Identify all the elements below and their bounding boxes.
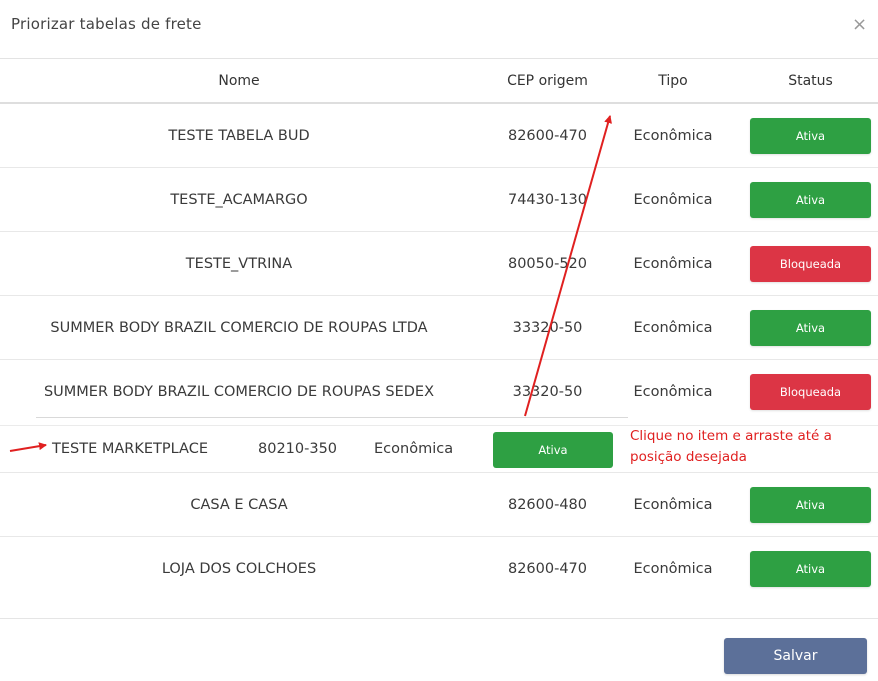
status-badge[interactable]: Ativa: [750, 182, 871, 218]
header-tipo[interactable]: Tipo: [618, 59, 728, 103]
status-badge[interactable]: Ativa: [750, 310, 871, 346]
row-tipo: Econômica: [633, 320, 713, 336]
row-cep: 33320-50: [512, 320, 583, 336]
table-row[interactable]: TESTE_VTRINA 80050-520 Econômica Bloquea…: [0, 232, 878, 296]
status-badge[interactable]: Bloqueada: [750, 246, 871, 282]
status-badge[interactable]: Ativa: [750, 118, 871, 154]
row-tipo: Econômica: [633, 192, 713, 208]
drag-hint-line2: posição desejada: [630, 449, 747, 465]
row-cep: 80050-520: [507, 256, 588, 272]
row-cep: 33320-50: [512, 384, 583, 400]
status-badge[interactable]: Ativa: [750, 487, 871, 523]
row-cep: 82600-470: [507, 561, 588, 577]
table-header: Nome CEP origem Tipo Status: [0, 58, 878, 104]
dragging-row-nome: TESTE MARKETPLACE: [52, 441, 208, 457]
drag-hint-line1: Clique no item e arraste até a: [630, 428, 832, 444]
row-nome: TESTE_VTRINA: [185, 256, 293, 272]
row-cep: 74430-130: [507, 192, 588, 208]
row-nome: TESTE TABELA BUD: [168, 128, 310, 144]
row-tipo: Econômica: [633, 384, 713, 400]
row-cep: 82600-480: [507, 497, 588, 513]
row-nome: TESTE_ACAMARGO: [170, 192, 308, 208]
table-row[interactable]: TESTE TABELA BUD 82600-470 Econômica Ati…: [0, 104, 878, 168]
dragging-status-badge[interactable]: Ativa: [493, 432, 613, 468]
header-status[interactable]: Status: [750, 59, 871, 103]
drop-indicator: [36, 417, 628, 418]
close-icon[interactable]: ×: [852, 16, 867, 34]
row-nome: LOJA DOS COLCHOES: [161, 561, 317, 577]
row-tipo: Econômica: [633, 561, 713, 577]
status-badge[interactable]: Ativa: [750, 551, 871, 587]
row-nome: SUMMER BODY BRAZIL COMERCIO DE ROUPAS LT…: [50, 320, 428, 336]
table-row[interactable]: SUMMER BODY BRAZIL COMERCIO DE ROUPAS SE…: [0, 360, 878, 424]
row-tipo: Econômica: [633, 128, 713, 144]
row-tipo: Econômica: [633, 256, 713, 272]
footer-divider: [0, 618, 878, 619]
dragging-row-tipo: Econômica: [374, 441, 454, 457]
modal-title: Priorizar tabelas de frete: [11, 15, 202, 33]
table-row[interactable]: SUMMER BODY BRAZIL COMERCIO DE ROUPAS LT…: [0, 296, 878, 360]
table-row[interactable]: TESTE_ACAMARGO 74430-130 Econômica Ativa: [0, 168, 878, 232]
save-button[interactable]: Salvar: [724, 638, 867, 674]
table-body: TESTE TABELA BUD 82600-470 Econômica Ati…: [0, 104, 878, 424]
drag-hint: Clique no item e arraste até a posição d…: [630, 426, 870, 468]
row-cep: 82600-470: [507, 128, 588, 144]
row-nome: SUMMER BODY BRAZIL COMERCIO DE ROUPAS SE…: [43, 384, 435, 400]
dragging-row-cep: 80210-350: [258, 441, 338, 457]
row-tipo: Econômica: [633, 497, 713, 513]
table-body-lower: CASA E CASA 82600-480 Econômica Ativa LO…: [0, 473, 878, 601]
row-nome: CASA E CASA: [190, 497, 288, 513]
table-row[interactable]: CASA E CASA 82600-480 Econômica Ativa: [0, 473, 878, 537]
header-nome[interactable]: Nome: [0, 59, 478, 103]
status-badge[interactable]: Bloqueada: [750, 374, 871, 410]
header-cep-origem[interactable]: CEP origem: [485, 59, 610, 103]
table-row[interactable]: LOJA DOS COLCHOES 82600-470 Econômica At…: [0, 537, 878, 601]
